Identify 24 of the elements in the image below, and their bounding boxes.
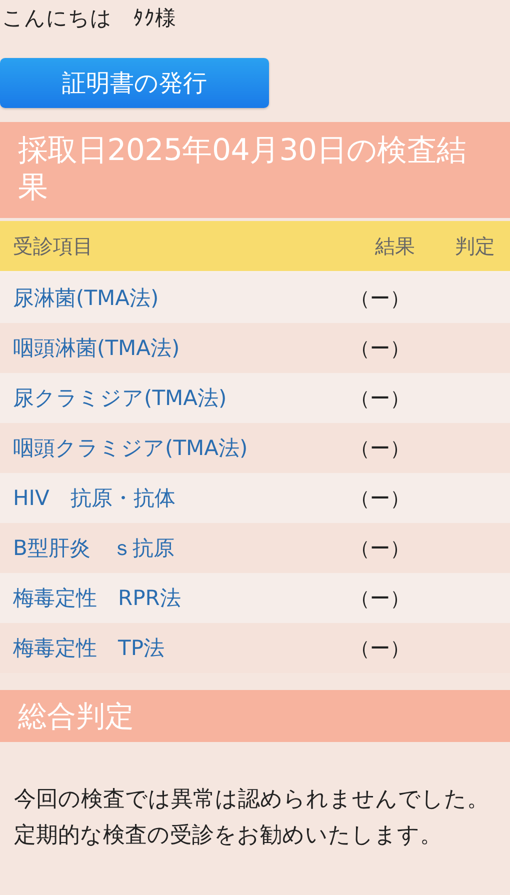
test-item-link[interactable]: 咽頭淋菌(TMA法) [0,334,180,362]
test-item-link[interactable]: 尿淋菌(TMA法) [0,284,159,312]
test-item-link[interactable]: B型肝炎 ｓ抗原 [0,534,174,562]
result-cell: （ー） [350,284,410,312]
column-header: 判定 [454,232,496,260]
results-title: 採取日2025年04月30日の検査結果 [0,122,510,218]
test-item-link[interactable]: 梅毒定性 TP法 [0,634,164,662]
result-cell: （ー） [350,484,410,512]
column-header: 受診項目 [12,232,94,260]
result-cell: （ー） [350,384,410,412]
result-cell: （ー） [350,434,410,462]
certificate-button[interactable]: 証明書の発行 [0,58,269,108]
result-cell: （ー） [350,584,410,612]
greeting-text: こんにちは ﾀｸ様 [1,5,177,32]
column-header: 結果 [374,232,416,260]
result-cell: （ー） [350,534,410,562]
overall-title: 総合判定 [0,690,510,742]
result-cell: （ー） [350,634,410,662]
test-item-link[interactable]: 咽頭クラミジア(TMA法) [0,434,248,462]
test-item-link[interactable]: 梅毒定性 RPR法 [0,584,181,612]
test-item-link[interactable]: 尿クラミジア(TMA法) [0,384,227,412]
test-item-link[interactable]: HIV 抗原・抗体 [0,484,176,512]
result-cell: （ー） [350,334,410,362]
overall-text: 今回の検査では異常は認められませんでした。定期的な検査の受診をお勧めいたします。 [13,786,490,850]
